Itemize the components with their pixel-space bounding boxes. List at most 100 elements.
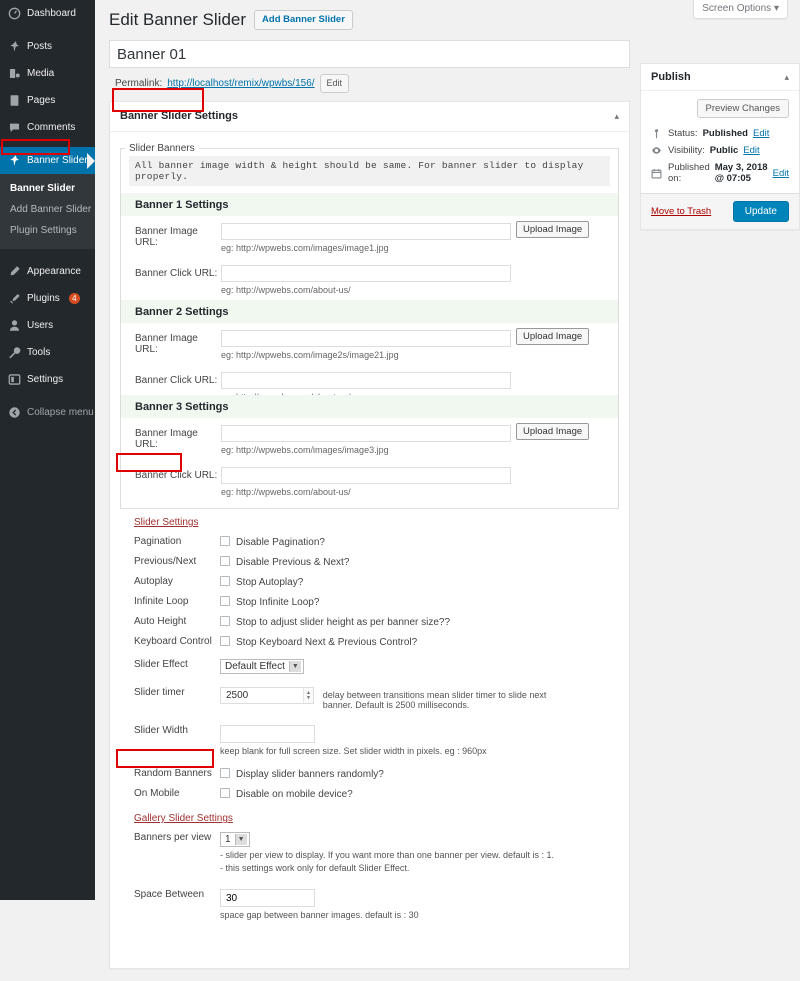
auto-height-checkbox-label: Stop to adjust slider height as per bann… [236,617,451,629]
sidebar-item-appearance[interactable]: Appearance [0,258,95,285]
banner-3-upload-image-button[interactable]: Upload Image [516,423,590,441]
sidebar-item-users[interactable]: Users [0,312,95,339]
published-on-value: May 3, 2018 @ 07:05 [714,162,768,185]
slider-banners-fieldset: Slider Banners All banner image width & … [120,143,619,510]
sidebar-item-settings[interactable]: Settings [0,366,95,393]
slider-row-on-mobile: On Mobile Disable on mobile device? [120,784,619,804]
sidebar-item-banner-slider[interactable]: Banner Slider [0,147,95,174]
banner-3-image-url-hint: eg: http://wpwebs.com/images/image3.jpg [221,445,389,456]
slider-row-width: Slider Width keep blank for full screen … [120,714,619,760]
slider-settings-section-link[interactable]: Slider Settings [134,517,198,528]
metabox-header[interactable]: Banner Slider Settings ▴ [110,102,629,133]
visibility-label: Visibility: [668,145,705,157]
add-banner-slider-button[interactable]: Add Banner Slider [254,10,353,30]
gallery-slider-settings-section-link[interactable]: Gallery Slider Settings [134,813,233,824]
submenu-item-plugin-settings[interactable]: Plugin Settings [0,220,95,241]
banner-2-image-url-row: Banner Image URL: Upload Image eg: http:… [121,323,618,365]
gallery-row-banners-per-view: Banners per view 1 ▼ - slider per view t… [120,828,619,877]
slider-timer-label: Slider timer [134,687,185,699]
comment-icon [8,121,21,134]
chevron-up-icon[interactable]: ▴ [784,72,789,83]
permalink-link[interactable]: http://localhost/remix/wpwbs/156/ [167,78,314,89]
publish-metabox: Publish ▴ Preview Changes Status: Publis… [640,63,800,231]
slider-width-input[interactable] [220,725,315,744]
sidebar-item-comments[interactable]: Comments [0,114,95,141]
slider-timer-input[interactable] [221,688,303,704]
sidebar-item-collapse-menu[interactable]: Collapse menu [0,399,95,426]
chevron-up-icon[interactable]: ▴ [614,111,619,122]
random-banners-checkbox[interactable] [220,768,230,779]
on-mobile-checkbox-label: Disable on mobile device? [236,789,353,801]
banner-3-image-url-input[interactable] [221,425,511,443]
slider-width-label: Slider Width [134,725,188,737]
sidebar-divider [0,249,95,258]
sidebar-label: Media [27,68,55,79]
sidebar-label: Appearance [27,266,81,277]
sidebar-item-posts[interactable]: Posts [0,33,95,60]
pagination-checkbox[interactable] [220,536,230,547]
status-label: Status: [668,128,698,140]
slider-effect-select[interactable]: Default Effect ▼ [220,659,304,675]
calendar-icon [651,168,663,179]
prev-next-checkbox-label: Disable Previous & Next? [236,557,350,569]
permalink-label: Permalink: [115,77,163,89]
metabox-inside: Slider Banners All banner image width & … [110,132,629,968]
banners-per-view-select[interactable]: 1 ▼ [220,832,250,848]
sidebar-item-pages[interactable]: Pages [0,87,95,114]
preview-changes-button[interactable]: Preview Changes [696,99,789,119]
sidebar-item-dashboard[interactable]: Dashboard [0,0,95,27]
publish-title: Publish [651,71,691,84]
slider-timer-stepper[interactable]: ▲▼ [220,687,314,705]
status-edit-link[interactable]: Edit [753,128,769,139]
move-to-trash-link[interactable]: Move to Trash [651,206,711,217]
publish-date-row: Published on: May 3, 2018 @ 07:05 Edit [651,159,789,187]
appearance-icon [8,265,21,278]
eye-icon [651,145,663,156]
published-on-edit-link[interactable]: Edit [773,168,789,179]
submenu-item-add-banner-slider[interactable]: Add Banner Slider [0,199,95,220]
on-mobile-checkbox[interactable] [220,788,230,799]
spinner-icon[interactable]: ▲ ▼ [303,688,313,704]
sidebar-label: Users [27,320,54,331]
publish-footer: Move to Trash Update [641,193,799,230]
banner-3-image-url-row: Banner Image URL: Upload Image eg: http:… [121,418,618,460]
keyboard-control-checkbox[interactable] [220,636,230,647]
infinite-loop-checkbox[interactable] [220,596,230,607]
banner-2-image-url-input[interactable] [221,330,511,348]
sidebar-item-plugins[interactable]: Plugins 4 [0,285,95,312]
slider-row-effect: Slider Effect Default Effect ▼ [120,652,619,678]
chevron-down-icon: ▼ [234,834,247,846]
sidebar-label: Tools [27,347,51,358]
space-between-input[interactable] [220,889,315,908]
main-content: Screen Options ▾ Edit Banner Slider Add … [95,0,800,970]
update-button[interactable]: Update [732,201,789,223]
post-title-input[interactable] [109,40,630,69]
permalink-edit-button[interactable]: Edit [319,74,350,93]
gallery-row-space-between: Space Between space gap between banner i… [120,877,619,924]
banners-per-view-label: Banners per view [134,832,212,844]
publish-header[interactable]: Publish ▴ [641,64,799,92]
autoplay-checkbox[interactable] [220,576,230,587]
banner-1-click-url-input[interactable] [221,265,511,283]
screen-options-button[interactable]: Screen Options ▾ [693,0,788,19]
page-title: Edit Banner Slider Add Banner Slider [109,5,790,31]
page-title-text: Edit Banner Slider [109,10,247,29]
sidebar-item-tools[interactable]: Tools [0,339,95,366]
banner-1-upload-image-button[interactable]: Upload Image [516,221,590,239]
slider-row-pagination: Pagination Disable Pagination? [120,532,619,552]
banner-2-click-url-input[interactable] [221,372,511,390]
auto-height-checkbox[interactable] [220,616,230,627]
banner-2-upload-image-button[interactable]: Upload Image [516,328,590,346]
sidebar-label: Posts [27,41,53,52]
slider-row-autoplay: Autoplay Stop Autoplay? [120,572,619,592]
visibility-edit-link[interactable]: Edit [743,145,759,156]
banner-1-image-url-row: Banner Image URL: Upload Image eg: http:… [121,216,618,258]
banner-1-image-url-input[interactable] [221,223,511,241]
sidebar-item-media[interactable]: Media [0,60,95,87]
sidebar-label: Dashboard [27,8,76,19]
slider-effect-value: Default Effect [225,661,285,673]
prev-next-checkbox[interactable] [220,556,230,567]
submenu-item-banner-slider[interactable]: Banner Slider [0,178,95,199]
banner-3-click-url-input[interactable] [221,467,511,485]
pin-icon [8,154,21,167]
